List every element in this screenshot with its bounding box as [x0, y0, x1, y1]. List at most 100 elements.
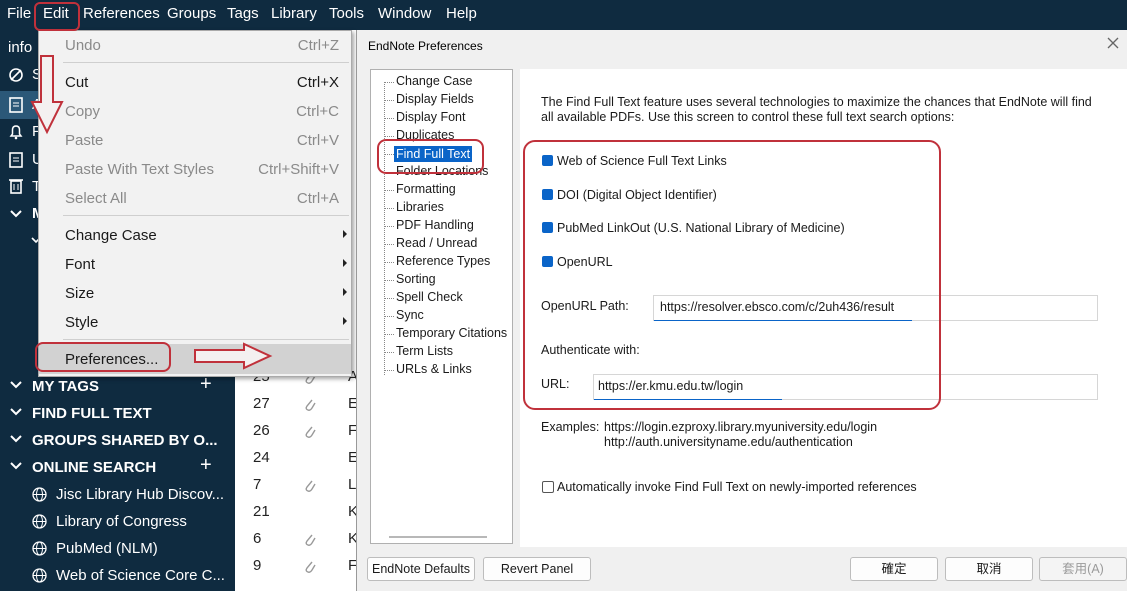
apply-button[interactable]: 套用(A): [1039, 557, 1127, 581]
menu-item-font[interactable]: Font: [39, 250, 351, 278]
sidebar-item-library-of-congress[interactable]: Library of Congress: [0, 509, 235, 536]
example-url-1: https://login.ezproxy.library.myuniversi…: [604, 420, 878, 434]
menu-separator: [63, 215, 349, 216]
revert-panel-button[interactable]: Revert Panel: [483, 557, 591, 581]
reference-number: 9: [253, 557, 262, 574]
online-item-label: Library of Congress: [56, 513, 187, 530]
sidebar-item-web-of-science[interactable]: Web of Science Core C...: [0, 563, 235, 590]
chevron-down-icon: [10, 462, 22, 470]
menu-item-label: Font: [65, 256, 96, 273]
menu-tags[interactable]: Tags: [227, 5, 259, 22]
paperclip-icon: [305, 561, 316, 573]
globe-icon: [32, 568, 47, 583]
clipboard-icon: [9, 97, 23, 113]
menu-help[interactable]: Help: [446, 5, 477, 22]
sidebar-section-my-tags[interactable]: MY TAGS +: [0, 373, 235, 401]
submenu-arrow-icon: [343, 230, 347, 238]
reference-number: 26: [253, 422, 270, 439]
sidebar-item-pubmed[interactable]: PubMed (NLM): [0, 536, 235, 563]
chevron-down-icon: [10, 435, 22, 443]
checkbox-auto-invoke[interactable]: [542, 481, 554, 493]
sidebar-section-groups-shared[interactable]: GROUPS SHARED BY O...: [0, 428, 235, 455]
menu-item-select-all[interactable]: Select All Ctrl+A: [39, 184, 351, 212]
sidebar-item-jisc[interactable]: Jisc Library Hub Discov...: [0, 482, 235, 509]
tree-item-display-font[interactable]: Display Font: [396, 110, 465, 124]
menu-tools[interactable]: Tools: [329, 5, 364, 22]
example-url-2: http://auth.universityname.edu/authentic…: [604, 435, 853, 449]
menu-window[interactable]: Window: [378, 5, 431, 22]
menu-item-shortcut: Ctrl+V: [296, 132, 339, 149]
cancel-button[interactable]: 取消: [945, 557, 1033, 581]
tree-connector: [384, 136, 394, 138]
section-label: MY TAGS: [32, 378, 99, 395]
tree-item-read-unread[interactable]: Read / Unread: [396, 236, 477, 250]
tree-guide-line: [384, 82, 385, 375]
globe-icon: [32, 487, 47, 502]
tree-item-change-case[interactable]: Change Case: [396, 74, 472, 88]
menu-references[interactable]: References: [83, 5, 160, 22]
menu-bar: File Edit References Groups Tags Library…: [0, 0, 1127, 30]
tree-item-display-fields[interactable]: Display Fields: [396, 92, 474, 106]
menu-item-cut[interactable]: Cut Ctrl+X: [39, 68, 351, 96]
endnote-defaults-button[interactable]: EndNote Defaults: [367, 557, 475, 581]
menu-item-paste[interactable]: Paste Ctrl+V: [39, 126, 351, 154]
trash-icon: [9, 179, 23, 194]
highlight-find-full-text-tree-item: [377, 139, 484, 174]
menu-item-shortcut: Ctrl+X: [296, 74, 339, 91]
paperclip-icon: [305, 399, 316, 411]
add-online-search-button[interactable]: +: [200, 454, 212, 477]
tree-item-spell-check[interactable]: Spell Check: [396, 290, 463, 304]
submenu-arrow-icon: [343, 317, 347, 325]
reference-number: 6: [253, 530, 262, 547]
menu-item-label: Select All: [65, 190, 127, 207]
dialog-title: EndNote Preferences: [368, 39, 483, 53]
horizontal-scrollbar[interactable]: [389, 536, 487, 538]
menu-item-label: Change Case: [65, 227, 157, 244]
tree-item-reference-types[interactable]: Reference Types: [396, 254, 490, 268]
tree-connector: [384, 316, 394, 318]
tree-item-temporary-citations[interactable]: Temporary Citations: [396, 326, 507, 340]
menu-item-change-case[interactable]: Change Case: [39, 221, 351, 249]
online-item-label: PubMed (NLM): [56, 540, 158, 557]
highlight-preferences-item: [35, 342, 171, 372]
menu-item-undo[interactable]: Undo Ctrl+Z: [39, 31, 351, 59]
menu-item-shortcut: Ctrl+Z: [297, 37, 339, 54]
ok-button[interactable]: 確定: [850, 557, 938, 581]
chevron-down-icon: [10, 408, 22, 416]
tree-item-urls-links[interactable]: URLs & Links: [396, 362, 472, 376]
reference-number: 27: [253, 395, 270, 412]
tree-connector: [384, 352, 394, 354]
menu-item-size[interactable]: Size: [39, 279, 351, 307]
menu-item-copy[interactable]: Copy Ctrl+C: [39, 97, 351, 125]
globe-icon: [32, 514, 47, 529]
tree-connector: [384, 82, 394, 84]
sidebar-section-find-full-text[interactable]: FIND FULL TEXT: [0, 401, 235, 428]
menu-file[interactable]: File: [7, 5, 31, 22]
auto-invoke-label: Automatically invoke Find Full Text on n…: [557, 480, 917, 494]
tree-item-term-lists[interactable]: Term Lists: [396, 344, 453, 358]
unfiled-icon: [9, 152, 23, 168]
menu-item-style[interactable]: Style: [39, 308, 351, 336]
menu-item-label: Size: [65, 285, 95, 302]
close-icon[interactable]: [1106, 36, 1120, 50]
menu-library[interactable]: Library: [271, 5, 317, 22]
section-label: FIND FULL TEXT: [32, 405, 152, 422]
chevron-down-icon[interactable]: [8, 206, 24, 222]
library-name-partial: info: [8, 39, 33, 56]
menu-item-shortcut: Ctrl+A: [296, 190, 339, 207]
menu-item-label: Copy: [65, 103, 101, 120]
globe-icon: [32, 541, 47, 556]
description-line-2: all available PDFs. Use this screen to c…: [541, 110, 955, 124]
tree-item-pdf-handling[interactable]: PDF Handling: [396, 218, 474, 232]
menu-item-label: Cut: [65, 74, 89, 91]
reference-number: 24: [253, 449, 270, 466]
menu-item-paste-with-text-styles[interactable]: Paste With Text Styles Ctrl+Shift+V: [39, 155, 351, 183]
sidebar-section-online-search[interactable]: ONLINE SEARCH +: [0, 454, 235, 482]
menu-item-label: Paste: [65, 132, 104, 149]
tree-item-sorting[interactable]: Sorting: [396, 272, 436, 286]
tree-item-sync[interactable]: Sync: [396, 308, 424, 322]
tree-item-libraries[interactable]: Libraries: [396, 200, 444, 214]
menu-groups[interactable]: Groups: [167, 5, 216, 22]
tree-item-formatting[interactable]: Formatting: [396, 182, 456, 196]
highlight-edit-menu: [34, 2, 80, 31]
